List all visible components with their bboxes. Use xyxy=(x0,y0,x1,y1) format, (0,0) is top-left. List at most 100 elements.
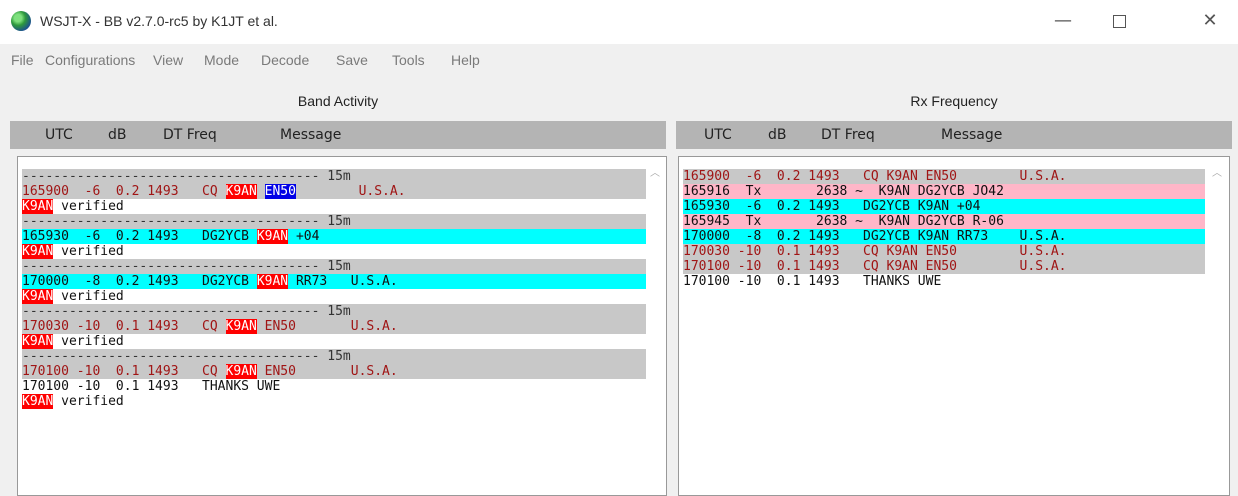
header-db: dB xyxy=(108,127,127,143)
header-dt-freq: DT Freq xyxy=(821,127,875,143)
decode-text: 170100 -10 0.1 1493 THANKS UWE xyxy=(22,379,281,394)
rx-decode-text: 165900 -6 0.2 1493 CQ K9AN EN50 U.S.A. xyxy=(683,169,1067,184)
callsign-highlight: K9AN xyxy=(22,199,54,214)
rx-frequency-title: Rx Frequency xyxy=(910,93,998,109)
country-text: U.S.A. xyxy=(295,364,398,379)
maximize-icon[interactable] xyxy=(1104,7,1134,35)
header-utc: UTC xyxy=(704,127,732,143)
decode-columns: 170100 -10 0.1 1493 CQ xyxy=(22,364,226,379)
callsign-highlight: K9AN xyxy=(225,319,257,334)
decode-row: 170100 -10 0.1 1493 CQ K9AN EN50 U.S.A. xyxy=(22,364,646,379)
rx-frequency-header: UTC dB DT Freq Message xyxy=(676,121,1232,149)
rx-decode-row: 165916 Tx 2638 ~ K9AN DG2YCB JO42 xyxy=(683,184,1205,199)
menu-save[interactable]: Save xyxy=(336,52,368,68)
callsign-highlight: K9AN xyxy=(256,229,289,244)
message-tail: RR73 xyxy=(295,274,328,289)
menu-mode[interactable]: Mode xyxy=(204,52,239,68)
band-separator-row: -------------------------------------- 1… xyxy=(22,349,646,364)
decode-row: 165930 -6 0.2 1493 DG2YCB K9AN +04 xyxy=(22,229,646,244)
decode-columns: 165930 -6 0.2 1493 DG2YCB xyxy=(22,229,257,244)
message-tail: +04 xyxy=(295,229,320,244)
separator-text: -------------------------------------- 1… xyxy=(22,349,351,364)
rx-decode-row: 165930 -6 0.2 1493 DG2YCB K9AN +04 xyxy=(683,199,1205,214)
rx-decode-text: 165916 Tx 2638 ~ K9AN DG2YCB JO42 xyxy=(683,184,1004,199)
band-activity-title: Band Activity xyxy=(297,93,379,109)
rx-decode-row: 165900 -6 0.2 1493 CQ K9AN EN50 U.S.A. xyxy=(683,169,1205,184)
callsign-highlight: K9AN xyxy=(256,274,289,289)
rx-decode-text: 170030 -10 0.1 1493 CQ K9AN EN50 U.S.A. xyxy=(683,244,1067,259)
band-activity-header: UTC dB DT Freq Message xyxy=(10,121,666,149)
wsjtx-app-icon xyxy=(11,11,31,31)
country-text: U.S.A. xyxy=(295,319,398,334)
menu-view[interactable]: View xyxy=(153,52,183,68)
close-icon[interactable]: ✕ xyxy=(1195,7,1225,35)
decode-row: 170030 -10 0.1 1493 CQ K9AN EN50 U.S.A. xyxy=(22,319,646,334)
callsign-highlight: K9AN xyxy=(22,394,54,409)
band-separator-row: -------------------------------------- 1… xyxy=(22,259,646,274)
callsign-highlight: K9AN xyxy=(22,334,54,349)
verified-row: K9AN verified xyxy=(22,289,646,304)
band-separator-row: -------------------------------------- 1… xyxy=(22,214,646,229)
callsign-highlight: K9AN xyxy=(225,184,257,199)
decode-row: 170100 -10 0.1 1493 THANKS UWE xyxy=(22,379,646,394)
header-message: Message xyxy=(941,127,1003,143)
message-tail: EN50 xyxy=(264,184,296,199)
scroll-up-icon[interactable]: ︿ xyxy=(1212,164,1222,179)
decode-columns: 170000 -8 0.2 1493 DG2YCB xyxy=(22,274,257,289)
title-bar[interactable]: WSJT-X - BB v2.7.0-rc5 by K1JT et al. — … xyxy=(0,0,1238,44)
menu-file[interactable]: File xyxy=(11,52,34,68)
callsign-highlight: K9AN xyxy=(22,289,54,304)
rx-decode-row: 170000 -8 0.2 1493 DG2YCB K9AN RR73 U.S.… xyxy=(683,229,1205,244)
menu-help[interactable]: Help xyxy=(451,52,480,68)
rx-frequency-text[interactable]: ︿ 165900 -6 0.2 1493 CQ K9AN EN50 U.S.A.… xyxy=(678,156,1230,496)
verified-text: verified xyxy=(53,199,124,214)
verified-text: verified xyxy=(53,394,124,409)
header-message: Message xyxy=(280,127,342,143)
header-dt-freq: DT Freq xyxy=(163,127,217,143)
message-tail: EN50 xyxy=(264,319,296,334)
separator-text: -------------------------------------- 1… xyxy=(22,304,351,319)
rx-decode-row: 165945 Tx 2638 ~ K9AN DG2YCB R-06 xyxy=(683,214,1205,229)
country-text: U.S.A. xyxy=(327,274,398,289)
header-db: dB xyxy=(768,127,787,143)
rx-decode-text: 170000 -8 0.2 1493 DG2YCB K9AN RR73 U.S.… xyxy=(683,229,1067,244)
rx-decode-text: 165945 Tx 2638 ~ K9AN DG2YCB R-06 xyxy=(683,214,1004,229)
callsign-highlight: K9AN xyxy=(225,364,257,379)
minimize-icon[interactable]: — xyxy=(1048,7,1078,35)
separator-text: -------------------------------------- 1… xyxy=(22,259,351,274)
menu-tools[interactable]: Tools xyxy=(392,52,425,68)
decode-row: 170000 -8 0.2 1493 DG2YCB K9AN RR73 U.S.… xyxy=(22,274,646,289)
band-separator-row: -------------------------------------- 1… xyxy=(22,169,646,184)
country-text: U.S.A. xyxy=(295,184,406,199)
verified-row: K9AN verified xyxy=(22,334,646,349)
separator-text: -------------------------------------- 1… xyxy=(22,169,351,184)
scroll-up-icon[interactable]: ︿ xyxy=(650,164,660,179)
band-activity-text[interactable]: ︿ --------------------------------------… xyxy=(17,156,667,496)
decode-row: 165900 -6 0.2 1493 CQ K9AN EN50 U.S.A. xyxy=(22,184,646,199)
rx-decode-text: 170100 -10 0.1 1493 THANKS UWE xyxy=(683,274,942,289)
rx-decode-row: 170030 -10 0.1 1493 CQ K9AN EN50 U.S.A. xyxy=(683,244,1205,259)
verified-text: verified xyxy=(53,244,124,259)
callsign-highlight: K9AN xyxy=(22,244,54,259)
message-tail: EN50 xyxy=(264,364,296,379)
decode-columns: 170030 -10 0.1 1493 CQ xyxy=(22,319,226,334)
verified-text: verified xyxy=(53,289,124,304)
verified-row: K9AN verified xyxy=(22,394,646,409)
menu-bar: File Configurations View Mode Decode Sav… xyxy=(0,48,1238,74)
rx-decode-row: 170100 -10 0.1 1493 CQ K9AN EN50 U.S.A. xyxy=(683,259,1205,274)
header-utc: UTC xyxy=(45,127,73,143)
menu-configurations[interactable]: Configurations xyxy=(45,52,135,68)
rx-decode-text: 170100 -10 0.1 1493 CQ K9AN EN50 U.S.A. xyxy=(683,259,1067,274)
separator-text: -------------------------------------- 1… xyxy=(22,214,351,229)
verified-row: K9AN verified xyxy=(22,199,646,214)
rx-decode-row: 170100 -10 0.1 1493 THANKS UWE xyxy=(683,274,1205,289)
menu-decode[interactable]: Decode xyxy=(261,52,309,68)
decode-columns: 165900 -6 0.2 1493 CQ xyxy=(22,184,226,199)
rx-decode-text: 165930 -6 0.2 1493 DG2YCB K9AN +04 xyxy=(683,199,981,214)
verified-row: K9AN verified xyxy=(22,244,646,259)
